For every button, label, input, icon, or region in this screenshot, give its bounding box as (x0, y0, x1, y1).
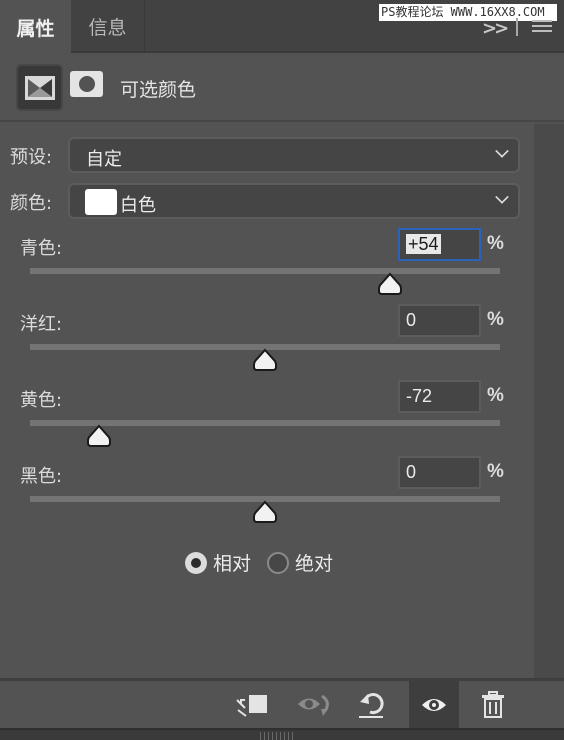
percent-unit: % (487, 233, 504, 254)
slider-label: 青色: (20, 238, 63, 259)
tab-properties-label: 属性 (16, 18, 55, 40)
radio-absolute[interactable]: 绝对 (267, 549, 333, 576)
radio-absolute-indicator (267, 551, 290, 574)
adjustment-layer-icon (25, 76, 55, 100)
eye-previous-icon (298, 694, 329, 716)
clip-to-layer-button[interactable] (228, 681, 278, 728)
tab-info-label: 信息 (88, 17, 127, 39)
slider-label: 洋红: (20, 314, 63, 335)
resize-grip[interactable] (260, 732, 296, 740)
chevron-down-icon (495, 190, 509, 204)
collapse-panel-icon[interactable]: >> (482, 18, 509, 39)
color-value: 白色 (120, 195, 156, 216)
panel-menu-icon[interactable] (532, 20, 552, 32)
properties-header: 可选颜色 (0, 55, 564, 122)
slider-value-text: -72 (406, 386, 433, 406)
toggle-visibility-button[interactable] (409, 681, 459, 728)
slider-label: 黑色: (20, 466, 63, 487)
radio-relative-indicator (185, 551, 207, 574)
trash-icon (482, 690, 504, 718)
view-previous-state-button[interactable] (290, 681, 340, 728)
slider-value-input[interactable]: +54 (398, 228, 481, 261)
properties-content: 预设: 自定 颜色: 白色 青色: +54% 洋红: 0% 黄色: -72% 黑色: 0% 相… (0, 124, 534, 680)
watermark: PS教程论坛 WWW.16XX8.COM (379, 4, 557, 21)
color-swatch (85, 189, 117, 215)
layer-mask-button[interactable] (70, 71, 103, 97)
eye-icon (422, 698, 446, 711)
percent-unit: % (487, 309, 504, 330)
radio-relative[interactable]: 相对 (185, 549, 251, 576)
adjustment-layer-button[interactable] (16, 64, 63, 111)
tab-properties[interactable]: 属性 (0, 0, 71, 55)
reset-button[interactable] (347, 681, 397, 728)
percent-unit: % (487, 385, 504, 406)
slider-value-input[interactable]: 0 (398, 456, 481, 489)
slider-value-input[interactable]: -72 (398, 380, 481, 413)
preset-dropdown[interactable]: 自定 (68, 137, 520, 173)
panel-tab-bar: 属性 信息 PS教程论坛 WWW.16XX8.COM >> (0, 0, 564, 55)
preset-value: 自定 (86, 149, 122, 170)
slider-value-text: 0 (406, 310, 417, 330)
method-radio-group: 相对 绝对 (185, 549, 349, 576)
slider-value-text: 0 (406, 462, 417, 482)
slider-label: 黄色: (20, 390, 63, 411)
reset-icon (359, 692, 384, 718)
slider-track[interactable] (30, 268, 500, 274)
slider-thumb[interactable] (252, 500, 278, 524)
tab-divider (516, 18, 518, 36)
color-label: 颜色: (10, 193, 53, 214)
clip-to-layer-icon (236, 694, 267, 717)
slider-thumb[interactable] (86, 424, 112, 448)
panel-resize-strip (0, 728, 564, 740)
percent-unit: % (487, 461, 504, 482)
slider-thumb[interactable] (377, 272, 403, 296)
color-dropdown[interactable]: 白色 (68, 183, 520, 219)
scrollbar[interactable] (534, 124, 564, 680)
slider-value-input[interactable]: 0 (398, 304, 481, 337)
preset-label: 预设: (10, 147, 53, 168)
radio-absolute-label: 绝对 (295, 553, 334, 575)
tab-info[interactable]: 信息 (71, 0, 145, 53)
radio-relative-label: 相对 (213, 553, 252, 575)
panel-title: 可选颜色 (120, 79, 197, 101)
slider-value-text: +54 (406, 234, 441, 254)
slider-thumb[interactable] (252, 348, 278, 372)
chevron-down-icon (495, 144, 509, 158)
delete-button[interactable] (468, 681, 518, 728)
panel-footer (0, 678, 564, 728)
